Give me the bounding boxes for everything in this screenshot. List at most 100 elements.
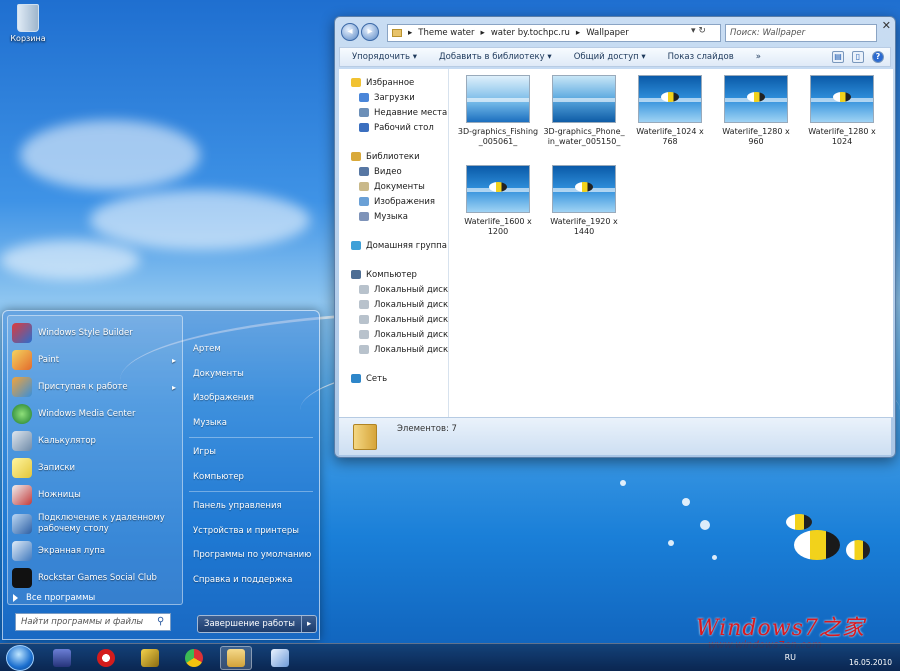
nav-libraries[interactable]: Библиотеки <box>339 149 448 164</box>
media-center-icon <box>12 404 32 424</box>
program-item[interactable]: Приступая к работе ▸ <box>12 374 180 400</box>
taskbar-app-chrome[interactable] <box>178 646 210 670</box>
program-item[interactable]: Экранная лупа <box>12 538 180 564</box>
recent-places-icon <box>359 108 369 117</box>
place-item[interactable]: Музыка <box>189 411 313 436</box>
nav-computer[interactable]: Компьютер <box>339 267 448 282</box>
program-item[interactable]: Ножницы <box>12 482 180 508</box>
documents-icon <box>359 182 369 191</box>
taskbar-app-style-builder[interactable] <box>134 646 166 670</box>
place-item[interactable]: Панель управления <box>189 494 313 519</box>
add-to-library-button[interactable]: Добавить в библиотеку ▾ <box>439 52 552 62</box>
shutdown-options-arrow[interactable]: ▸ <box>302 616 316 632</box>
more-commands-button[interactable]: » <box>756 52 761 62</box>
taskbar-app-opera[interactable] <box>90 646 122 670</box>
view-options-icon[interactable]: ▤ <box>832 51 844 63</box>
navigation-pane: Избранное Загрузки Недавние места Рабочи… <box>339 69 449 417</box>
nav-video[interactable]: Видео <box>339 164 448 179</box>
system-tray: RU 16.05.2010 <box>785 646 892 668</box>
fish-image <box>846 540 870 560</box>
breadcrumb-item[interactable]: Theme water <box>418 28 474 38</box>
nav-homegroup[interactable]: Домашняя группа <box>339 238 448 253</box>
cloud <box>20 120 200 190</box>
file-item[interactable]: Waterlife_1024 x 768 <box>629 75 711 147</box>
nav-disk-f[interactable]: Локальный диск (F: <box>339 327 448 342</box>
start-menu: Windows Style Builder Paint ▸ Приступая к… <box>2 310 320 640</box>
shutdown-label[interactable]: Завершение работы <box>198 616 303 632</box>
breadcrumb-item[interactable]: water by.tochpc.ru <box>491 28 570 38</box>
program-item[interactable]: Записки <box>12 455 180 481</box>
taskbar: RU 16.05.2010 <box>0 643 900 671</box>
explorer-navbar: ◂ ▸ ▸ Theme water ▸ water by.tochpc.ru ▸… <box>335 17 895 47</box>
taskbar-app-notepad[interactable] <box>264 646 296 670</box>
remote-desktop-icon <box>12 514 32 534</box>
file-item[interactable]: Waterlife_1280 x 1024 <box>801 75 883 147</box>
drive-icon <box>359 330 369 339</box>
program-item[interactable]: Калькулятор <box>12 428 180 454</box>
taskbar-app-save[interactable] <box>46 646 78 670</box>
nav-disk-c[interactable]: Локальный диск (C <box>339 282 448 297</box>
place-item[interactable]: Артем <box>189 337 313 362</box>
file-item[interactable]: Waterlife_1600 x 1200 <box>457 165 539 237</box>
nav-recent[interactable]: Недавние места <box>339 105 448 120</box>
explorer-window: ◂ ▸ ▸ Theme water ▸ water by.tochpc.ru ▸… <box>334 16 896 458</box>
organize-button[interactable]: Упорядочить ▾ <box>352 52 417 62</box>
start-button[interactable] <box>6 645 34 671</box>
place-item[interactable]: Устройства и принтеры <box>189 519 313 544</box>
search-input[interactable]: Поиск: Wallpaper <box>725 24 877 42</box>
desktop-icon-recycle-bin[interactable]: Корзина <box>6 4 50 43</box>
image-thumbnail <box>810 75 874 123</box>
help-icon[interactable]: ? <box>872 51 884 63</box>
forward-button[interactable]: ▸ <box>361 23 379 41</box>
nav-disk-e[interactable]: Локальный диск (E: <box>339 312 448 327</box>
address-bar[interactable]: ▸ Theme water ▸ water by.tochpc.ru ▸ Wal… <box>387 24 721 42</box>
nav-music[interactable]: Музыка <box>339 209 448 224</box>
chevron-right-icon: ▸ <box>480 28 485 38</box>
preview-pane-icon[interactable]: ▯ <box>852 51 864 63</box>
slideshow-button[interactable]: Показ слайдов <box>668 52 734 62</box>
nav-favorites[interactable]: Избранное <box>339 75 448 90</box>
program-item[interactable]: Windows Style Builder <box>12 320 180 346</box>
place-item[interactable]: Справка и поддержка <box>189 568 313 593</box>
shutdown-button[interactable]: Завершение работы ▸ <box>197 615 318 633</box>
nav-disk-g[interactable]: Локальный диск (G <box>339 342 448 357</box>
back-button[interactable]: ◂ <box>341 23 359 41</box>
window-controls[interactable]: ✕ <box>882 19 891 32</box>
program-item[interactable]: Paint ▸ <box>12 347 180 373</box>
taskbar-app-explorer[interactable] <box>220 646 252 670</box>
nav-disk-d[interactable]: Локальный диск (D <box>339 297 448 312</box>
homegroup-icon <box>351 241 361 250</box>
program-item[interactable]: Windows Media Center <box>12 401 180 427</box>
place-item[interactable]: Компьютер <box>189 465 313 490</box>
nav-documents[interactable]: Документы <box>339 179 448 194</box>
place-item[interactable]: Игры <box>189 440 313 465</box>
file-list: 3D-graphics_Fishing_005061_ 3D-graphics_… <box>449 69 893 417</box>
clock-date[interactable]: 16.05.2010 <box>849 657 892 668</box>
all-programs-button[interactable]: Все программы <box>7 589 183 607</box>
nav-images[interactable]: Изображения <box>339 194 448 209</box>
file-item[interactable]: 3D-graphics_Phone_in_water_005150_ <box>543 75 625 147</box>
nav-desktop[interactable]: Рабочий стол <box>339 120 448 135</box>
search-icon[interactable]: ⚲ <box>157 616 164 627</box>
start-menu-programs: Windows Style Builder Paint ▸ Приступая к… <box>7 315 183 605</box>
program-item[interactable]: Подключение к удаленному рабочему столу <box>12 509 180 539</box>
nav-downloads[interactable]: Загрузки <box>339 90 448 105</box>
share-button[interactable]: Общий доступ ▾ <box>574 52 646 62</box>
file-item[interactable]: Waterlife_1920 x 1440 <box>543 165 625 237</box>
nav-network[interactable]: Сеть <box>339 371 448 386</box>
program-item[interactable]: Rockstar Games Social Club <box>12 565 180 591</box>
file-item[interactable]: Waterlife_1280 x 960 <box>715 75 797 147</box>
chevron-right-icon: ▸ <box>408 28 413 38</box>
image-thumbnail <box>466 75 530 123</box>
sticky-notes-icon <box>12 458 32 478</box>
place-item[interactable]: Изображения <box>189 386 313 411</box>
start-search-input[interactable]: Найти программы и файлы <box>15 613 171 631</box>
breadcrumb-item[interactable]: Wallpaper <box>586 28 629 38</box>
refresh-icon[interactable]: ▾ ↻ <box>691 26 706 36</box>
file-item[interactable]: 3D-graphics_Fishing_005061_ <box>457 75 539 147</box>
language-indicator[interactable]: RU <box>785 652 796 663</box>
folder-icon <box>353 424 377 450</box>
calculator-icon <box>12 431 32 451</box>
place-item[interactable]: Документы <box>189 362 313 387</box>
place-item[interactable]: Программы по умолчанию <box>189 543 313 568</box>
